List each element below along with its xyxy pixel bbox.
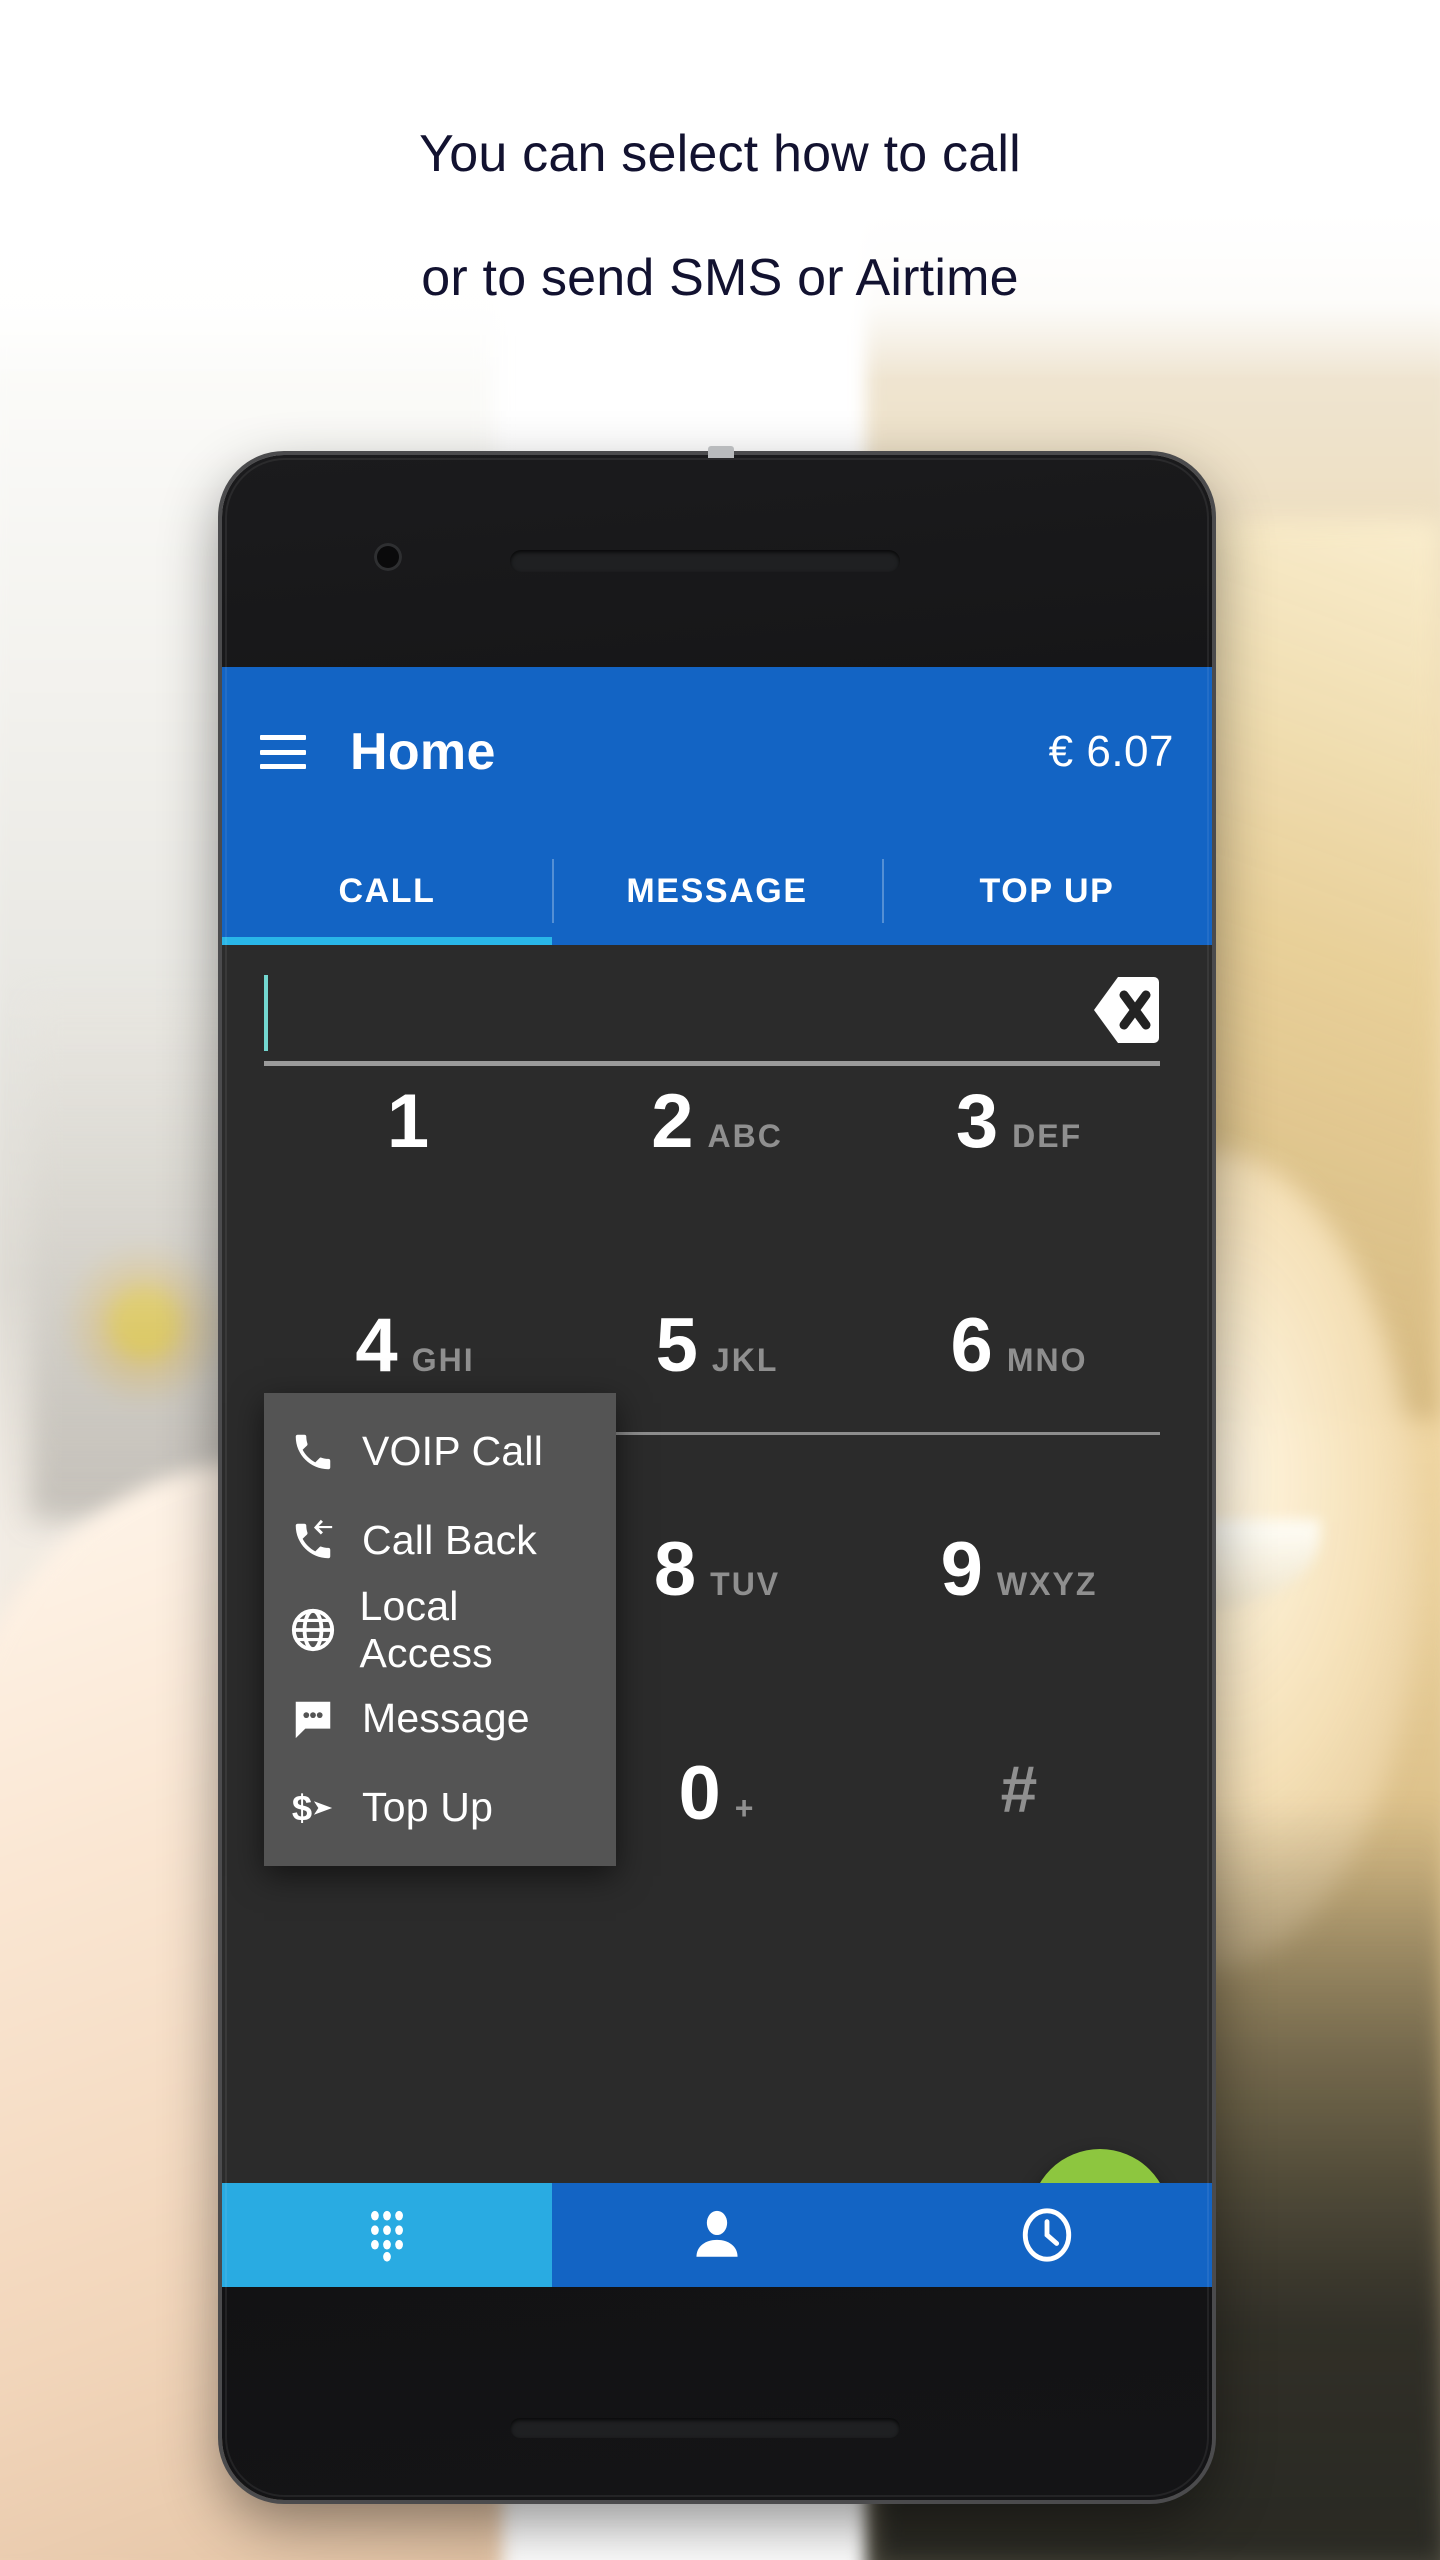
phone-screen: Home € 6.07 CALL MESSAGE TOP UP 1 2 ABC … [222, 667, 1212, 2287]
dialpad-letters: TUV [710, 1566, 781, 1602]
hamburger-menu-icon[interactable] [260, 735, 306, 769]
menu-item-label: Local Access [359, 1582, 493, 1676]
bottom-nav-contacts[interactable] [552, 2183, 882, 2287]
menu-item-top-up[interactable]: $ Top Up [264, 1763, 616, 1852]
dialpad-letters: + [734, 1790, 756, 1826]
call-method-popup-menu: VOIP Call Call Back Local Access Message… [264, 1393, 616, 1866]
menu-item-label: VOIP Call [362, 1428, 544, 1474]
message-bubble-icon [290, 1696, 344, 1742]
phone-top-nub [708, 446, 734, 458]
headline-line-1: You can select how to call [419, 125, 1021, 183]
menu-item-call-back[interactable]: Call Back [264, 1496, 616, 1585]
dialpad-icon [358, 2206, 416, 2264]
tab-call[interactable]: CALL [222, 837, 552, 945]
dialpad-digit: 0 [678, 1751, 721, 1836]
dialpad-letters: JKL [711, 1342, 779, 1378]
phone-number-input[interactable] [264, 973, 1160, 1061]
text-cursor [264, 975, 268, 1051]
tab-message[interactable]: MESSAGE [552, 837, 882, 945]
dialpad-digit: 3 [955, 1079, 999, 1164]
page-title: Home [350, 723, 496, 781]
phone-callback-icon [290, 1518, 344, 1564]
tab-top-up-label: TOP UP [979, 871, 1115, 910]
dialpad-letters: WXYZ [996, 1566, 1098, 1602]
front-camera-icon [374, 543, 402, 571]
menu-item-label: Call Back [362, 1517, 537, 1563]
tab-call-label: CALL [338, 871, 436, 910]
menu-item-voip-call[interactable]: VOIP Call [264, 1407, 616, 1496]
dialpad-digit: 8 [653, 1527, 697, 1612]
backspace-icon[interactable] [1066, 971, 1160, 1049]
dialpad-symbol: # [1000, 1752, 1038, 1826]
earpiece-speaker [510, 550, 900, 572]
headline-line-2: or to send SMS or Airtime [421, 249, 1019, 307]
promo-headline: You can select how to call or to send SM… [0, 92, 1440, 340]
dialpad-letters: ABC [707, 1118, 783, 1154]
tab-message-label: MESSAGE [626, 871, 808, 910]
phone-device-mockup: Home € 6.07 CALL MESSAGE TOP UP 1 2 ABC … [222, 446, 1212, 2500]
call-tab-content: 1 2 ABC 3 DEF 4 GHI 5 JKL 6 MNO 8 TUV 9 … [222, 973, 1212, 2287]
dialpad-key-3[interactable]: 3 DEF [868, 1084, 1170, 1308]
bottom-nav-dialpad[interactable] [222, 2183, 552, 2287]
dialpad-digit: 6 [950, 1303, 993, 1388]
dialpad-key-2[interactable]: 2 ABC [566, 1084, 868, 1308]
dialpad-letters: MNO [1006, 1342, 1088, 1378]
dialpad-key-hash[interactable]: # [868, 1756, 1170, 1980]
person-icon [688, 2206, 746, 2264]
account-balance: € 6.07 [1048, 727, 1174, 776]
tab-top-up[interactable]: TOP UP [882, 837, 1212, 945]
globe-icon [290, 1607, 342, 1653]
dialpad-digit: 9 [940, 1527, 983, 1612]
dialpad-key-1[interactable]: 1 [264, 1084, 566, 1308]
bottom-nav-history[interactable] [882, 2183, 1212, 2287]
clock-icon [1018, 2206, 1076, 2264]
dialpad-digit: 5 [655, 1303, 698, 1388]
dialpad-digit: 2 [651, 1079, 694, 1164]
dialpad-letters: GHI [411, 1342, 475, 1378]
dialpad-digit: 1 [386, 1079, 430, 1164]
tab-bar: CALL MESSAGE TOP UP [222, 837, 1212, 945]
menu-item-local-access[interactable]: Local Access [264, 1582, 616, 1676]
dialpad-key-6[interactable]: 6 MNO [868, 1308, 1170, 1532]
svg-text:$: $ [292, 1787, 312, 1828]
menu-item-label: Top Up [362, 1784, 494, 1830]
app-bar: Home € 6.07 [222, 667, 1212, 837]
menu-item-message[interactable]: Message [264, 1674, 616, 1763]
bottom-navigation-bar [222, 2183, 1212, 2287]
phone-number-field [264, 973, 1160, 1061]
bottom-speaker [510, 2418, 900, 2438]
dialpad-digit: 4 [355, 1303, 398, 1388]
dialpad-letters: DEF [1012, 1118, 1083, 1154]
dialpad-key-9[interactable]: 9 WXYZ [868, 1532, 1170, 1756]
money-send-icon: $ [290, 1785, 344, 1831]
phone-icon [290, 1429, 344, 1475]
menu-item-label: Message [362, 1695, 530, 1741]
